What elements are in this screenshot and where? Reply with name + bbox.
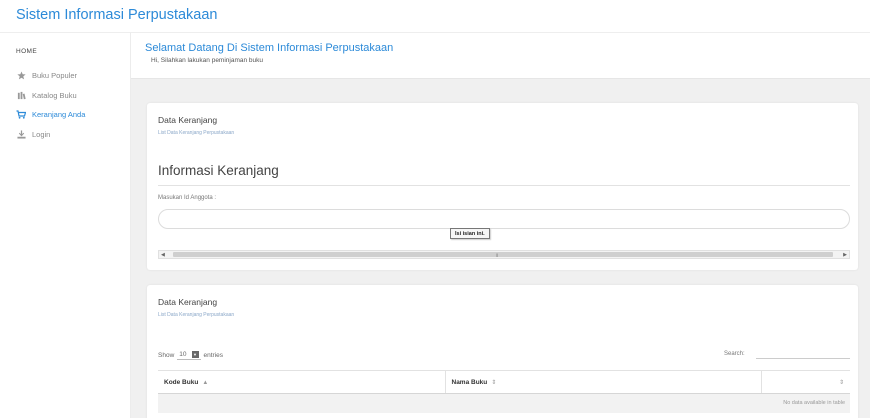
main-content: Selamat Datang Di Sistem Informasi Perpu… (131, 32, 870, 418)
validation-tooltip: Isi isian ini. (450, 228, 490, 239)
card-subtitle: List Data Keranjang Perpustakaan (158, 130, 235, 136)
horizontal-scrollbar[interactable]: ◀ ||| ▶ (158, 250, 850, 259)
cart-form-card: Data Keranjang List Data Keranjang Perpu… (147, 103, 858, 270)
scroll-right-icon[interactable]: ▶ (843, 252, 847, 258)
sidebar-item-label: Buku Populer (32, 70, 78, 80)
welcome-subtitle: Hi, Silahkan lakukan peminjaman buku (151, 57, 264, 64)
sidebar-item-label: Katalog Buku (32, 90, 77, 100)
sidebar-item-label: Login (32, 129, 51, 139)
grip-icon: ||| (496, 252, 498, 257)
star-icon (16, 70, 26, 80)
sidebar-item-login[interactable]: Login (16, 128, 50, 140)
sort-icon: ⇕ (838, 379, 844, 386)
search-input[interactable] (756, 347, 850, 359)
entries-select[interactable]: 10 ▼ (177, 350, 201, 360)
scroll-left-icon[interactable]: ◀ (161, 252, 165, 258)
welcome-title: Selamat Datang Di Sistem Informasi Perpu… (145, 42, 394, 54)
sort-icon: ⇕ (491, 379, 497, 386)
column-header-kode-buku[interactable]: Kode Buku ▲ (158, 370, 445, 394)
sidebar-item-buku-populer[interactable]: Buku Populer (16, 69, 77, 81)
book-icon (16, 90, 26, 100)
top-bar: Sistem Informasi Perpustakaan (0, 0, 870, 32)
cart-table: Kode Buku ▲ Nama Buku ⇕ ⇕ No data availabl… (158, 370, 850, 413)
sidebar-item-keranjang-anda[interactable]: Keranjang Anda (16, 108, 85, 120)
card-title: Data Keranjang (158, 115, 218, 125)
entries-value: 10 (179, 351, 187, 358)
show-label: Show (158, 351, 175, 359)
member-id-input[interactable] (158, 209, 850, 229)
entries-label: entries (203, 351, 224, 359)
login-icon (16, 129, 26, 139)
column-header-empty[interactable]: ⇕ (760, 370, 850, 394)
search-label: Search: (724, 351, 745, 357)
table-row: No data available in table (158, 393, 850, 413)
card-subtitle: List Data Keranjang Perpustakaan (158, 312, 235, 318)
cart-table-card: Data Keranjang List Data Keranjang Perpu… (147, 285, 858, 418)
cart-icon (16, 109, 26, 119)
column-header-nama-buku[interactable]: Nama Buku ⇕ (444, 370, 761, 394)
empty-table-message: No data available in table (158, 393, 850, 413)
section-title: Informasi Keranjang (158, 163, 279, 178)
sidebar-item-label: Keranjang Anda (32, 109, 86, 119)
entries-length-control: Show 10 ▼ entries (158, 350, 223, 360)
app-brand[interactable]: Sistem Informasi Perpustakaan (16, 7, 217, 23)
section-divider (158, 185, 850, 186)
welcome-banner: Selamat Datang Di Sistem Informasi Perpu… (131, 33, 870, 79)
scrollbar-thumb[interactable]: ||| (173, 252, 833, 257)
sidebar-item-katalog-buku[interactable]: Katalog Buku (16, 89, 77, 101)
sidebar: HOME Buku Populer Katalog Buku Keranjang… (0, 32, 131, 418)
card-title: Data Keranjang (158, 297, 218, 307)
sidebar-heading[interactable]: HOME (16, 48, 37, 55)
chevron-down-icon: ▼ (191, 351, 199, 358)
member-id-label: Masukan Id Anggota : (158, 195, 217, 201)
sort-asc-icon: ▲ (202, 379, 209, 386)
